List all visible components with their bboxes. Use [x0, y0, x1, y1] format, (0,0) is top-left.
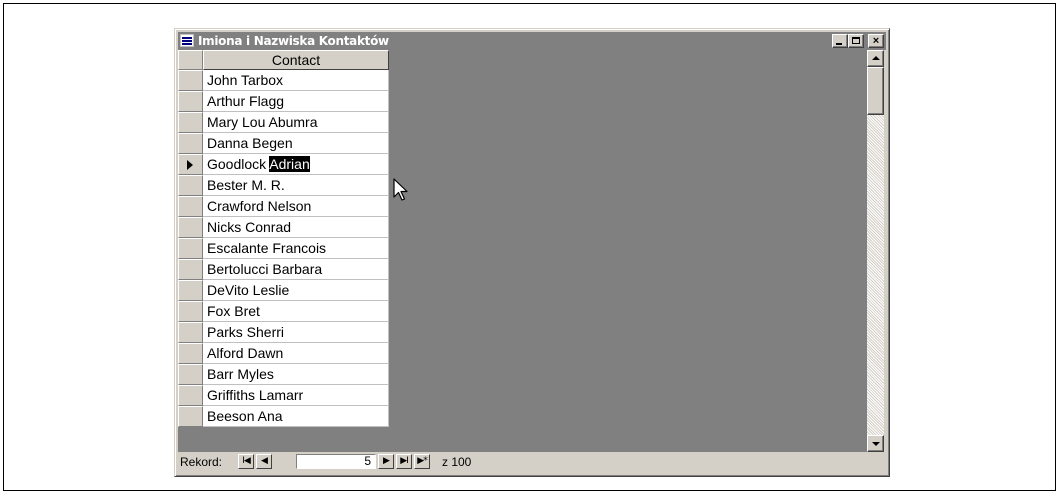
row-selector[interactable] — [178, 364, 203, 385]
table-row[interactable]: Escalante Francois — [178, 238, 389, 259]
row-selector[interactable] — [178, 112, 203, 133]
record-label: Rekord: — [180, 455, 223, 469]
row-selector[interactable] — [178, 280, 203, 301]
contact-cell[interactable]: Alford Dawn — [203, 343, 389, 364]
next-record-icon: ▶ — [383, 456, 390, 466]
vertical-scrollbar[interactable] — [867, 50, 884, 452]
close-button[interactable]: × — [868, 34, 884, 48]
window-title: Imiona i Nazwiska Kontaktów — [198, 34, 389, 48]
maximize-icon — [852, 37, 860, 44]
contact-cell[interactable]: Beeson Ana — [203, 406, 389, 427]
row-selector[interactable] — [178, 217, 203, 238]
contact-cell[interactable]: Bertolucci Barbara — [203, 259, 389, 280]
table-row[interactable]: Beeson Ana — [178, 406, 389, 427]
maximize-button[interactable] — [848, 34, 864, 48]
close-icon: × — [872, 35, 880, 47]
record-total: z 100 — [442, 455, 472, 469]
selected-text: Adrian — [269, 156, 310, 172]
datasheet-icon[interactable] — [180, 34, 194, 47]
contact-cell[interactable]: Nicks Conrad — [203, 217, 389, 238]
contact-cell[interactable]: Escalante Francois — [203, 238, 389, 259]
row-selector[interactable] — [178, 259, 203, 280]
title-bar[interactable]: Imiona i Nazwiska Kontaktów × — [178, 32, 886, 50]
table-row[interactable]: Goodlock Adrian — [178, 154, 389, 175]
datasheet-grid: Contact John Tarbox Arthur Flagg Mary Lou … — [178, 50, 867, 452]
column-header-contact[interactable]: Contact — [203, 50, 389, 70]
contact-cell[interactable]: Barr Myles — [203, 364, 389, 385]
scroll-down-button[interactable] — [867, 435, 884, 452]
record-navigation-bar: Rekord: I◀ ◀ 5 ▶ ▶I ▶* z 100 — [178, 452, 886, 472]
contact-cell[interactable]: Griffiths Lamarr — [203, 385, 389, 406]
contact-cell[interactable]: Bester M. R. — [203, 175, 389, 196]
minimize-button[interactable] — [832, 34, 848, 48]
table-row[interactable]: Bester M. R. — [178, 175, 389, 196]
last-record-button[interactable]: ▶I — [396, 454, 412, 469]
contact-cell[interactable]: Crawford Nelson — [203, 196, 389, 217]
row-selector[interactable] — [178, 91, 203, 112]
table-row[interactable]: Nicks Conrad — [178, 217, 389, 238]
current-record-icon — [187, 160, 193, 170]
contact-cell[interactable]: Fox Bret — [203, 301, 389, 322]
row-selector[interactable] — [178, 406, 203, 427]
datasheet-window: Imiona i Nazwiska Kontaktów × Contact Jo… — [174, 28, 890, 477]
new-record-icon: ▶* — [417, 456, 427, 466]
next-record-button[interactable]: ▶ — [378, 454, 394, 469]
table-row[interactable]: John Tarbox — [178, 70, 389, 91]
first-record-button[interactable]: I◀ — [238, 454, 254, 469]
table-row[interactable]: Bertolucci Barbara — [178, 259, 389, 280]
mouse-pointer-icon — [393, 178, 408, 201]
contact-cell[interactable]: John Tarbox — [203, 70, 389, 91]
contact-cell[interactable]: Parks Sherri — [203, 322, 389, 343]
table-row[interactable]: Danna Begen — [178, 133, 389, 154]
datasheet-rows: John Tarbox Arthur Flagg Mary Lou Abumra Da… — [178, 70, 389, 427]
table-row[interactable]: Arthur Flagg — [178, 91, 389, 112]
record-number-input[interactable]: 5 — [296, 454, 376, 469]
row-selector[interactable] — [178, 196, 203, 217]
row-selector[interactable] — [178, 385, 203, 406]
arrow-up-icon — [872, 56, 880, 60]
select-all-corner[interactable] — [178, 50, 203, 70]
previous-record-icon: ◀ — [261, 456, 268, 466]
row-selector[interactable] — [178, 133, 203, 154]
scroll-up-button[interactable] — [867, 50, 884, 67]
contact-cell[interactable]: Arthur Flagg — [203, 91, 389, 112]
table-row[interactable]: Griffiths Lamarr — [178, 385, 389, 406]
table-row[interactable]: Barr Myles — [178, 364, 389, 385]
table-row[interactable]: DeVito Leslie — [178, 280, 389, 301]
row-selector[interactable] — [178, 238, 203, 259]
row-selector[interactable] — [178, 343, 203, 364]
row-selector[interactable] — [178, 301, 203, 322]
row-selector[interactable] — [178, 175, 203, 196]
new-record-button[interactable]: ▶* — [414, 454, 430, 469]
contact-cell[interactable]: Goodlock Adrian — [203, 154, 389, 175]
row-selector[interactable] — [178, 322, 203, 343]
previous-record-button[interactable]: ◀ — [256, 454, 272, 469]
table-row[interactable]: Crawford Nelson — [178, 196, 389, 217]
minimize-icon — [836, 43, 842, 45]
first-record-icon: I◀ — [242, 456, 251, 466]
last-record-icon: ▶I — [400, 456, 409, 466]
table-row[interactable]: Alford Dawn — [178, 343, 389, 364]
contact-cell[interactable]: Mary Lou Abumra — [203, 112, 389, 133]
contact-cell[interactable]: DeVito Leslie — [203, 280, 389, 301]
cell-text: Goodlock — [207, 156, 270, 172]
row-selector[interactable] — [178, 154, 203, 175]
row-selector[interactable] — [178, 70, 203, 91]
scrollbar-thumb[interactable] — [867, 67, 884, 115]
table-row[interactable]: Fox Bret — [178, 301, 389, 322]
arrow-down-icon — [872, 442, 880, 446]
table-row[interactable]: Parks Sherri — [178, 322, 389, 343]
table-row[interactable]: Mary Lou Abumra — [178, 112, 389, 133]
contact-cell[interactable]: Danna Begen — [203, 133, 389, 154]
